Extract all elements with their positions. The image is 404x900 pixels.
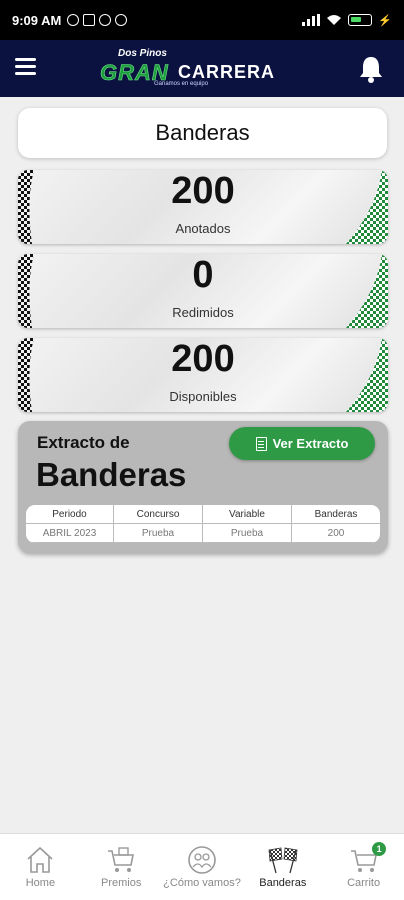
nav-label: Banderas: [259, 877, 307, 889]
nav-item-como-vamos[interactable]: ¿Cómo vamos?: [162, 834, 243, 900]
table-cell: Prueba: [203, 524, 292, 543]
logo-brand: Dos Pinos: [118, 48, 167, 59]
app-logo: Dos Pinos GRAN CARRERA Ganamos en equipo: [100, 48, 276, 90]
stat-card-anotados: 200 Anotados: [18, 170, 388, 244]
gift-cart-icon: [108, 847, 135, 872]
stat-value: 200: [171, 170, 235, 212]
extract-title-line1: Extracto de: [37, 433, 130, 452]
table-header: Concurso: [114, 505, 203, 524]
document-icon: [255, 436, 267, 451]
bell-icon[interactable]: [358, 55, 384, 83]
table-cell: Prueba: [114, 524, 203, 543]
nav-label: Home: [25, 877, 56, 889]
status-time: 9:09 AM: [12, 12, 62, 28]
alarm-icon: [67, 14, 80, 26]
logo-tagline: Ganamos en equipo: [154, 81, 209, 87]
nav-label: Carrito: [347, 877, 381, 889]
nav-label: ¿Cómo vamos?: [163, 877, 241, 889]
stat-card-disponibles: 200 Disponibles: [18, 338, 388, 412]
bottom-navigation: Home Premios ¿Cómo vamos? Banderas 1 Car…: [0, 833, 404, 900]
status-bar: 9:09 AM ⚡: [0, 0, 404, 40]
stat-label: Redimidos: [172, 305, 234, 320]
stat-label: Anotados: [175, 221, 231, 236]
stat-label: Disponibles: [169, 389, 237, 404]
nav-item-home[interactable]: Home: [0, 834, 81, 900]
view-extract-label: Ver Extracto: [272, 436, 349, 451]
cart-count-badge: 1: [372, 842, 387, 856]
wifi-icon: [327, 15, 342, 25]
charging-icon: ⚡: [378, 14, 392, 27]
logo-carrera: CARRERA: [178, 62, 275, 82]
nav-item-carrito[interactable]: 1 Carrito: [323, 834, 404, 900]
nav-label: Premios: [101, 877, 142, 889]
stat-card-redimidos: 0 Redimidos: [18, 254, 388, 328]
extract-card: Extracto de Banderas Ver Extracto Period…: [18, 421, 388, 553]
green-flag-right-icon: [346, 338, 388, 412]
message-icon: [83, 14, 96, 26]
notification-icons: [67, 14, 128, 26]
table-cell: 200: [292, 524, 380, 543]
extract-title-line2: Banderas: [36, 456, 187, 493]
app-f-icon: [99, 14, 112, 26]
view-extract-button[interactable]: Ver Extracto: [229, 427, 375, 460]
page-title: Banderas: [18, 108, 387, 158]
table-header: Periodo: [26, 505, 114, 524]
stat-value: 0: [192, 254, 214, 296]
nav-item-premios[interactable]: Premios: [81, 834, 162, 900]
green-flag-right-icon: [346, 170, 388, 244]
stat-value: 200: [171, 338, 235, 380]
green-flag-right-icon: [346, 254, 388, 328]
signal-icon: [302, 14, 321, 26]
menu-icon[interactable]: [15, 58, 36, 76]
table-cell: ABRIL 2023: [26, 524, 114, 543]
table-header: Banderas: [292, 505, 380, 524]
home-icon: [27, 846, 53, 873]
app-bar: Dos Pinos GRAN CARRERA Ganamos en equipo: [0, 40, 404, 97]
checkered-flags-icon: [268, 847, 298, 874]
extract-table: Periodo Concurso Variable Banderas ABRIL…: [26, 505, 380, 543]
nav-item-banderas[interactable]: Banderas: [242, 834, 323, 900]
table-header: Variable: [203, 505, 292, 524]
people-icon: [188, 846, 216, 874]
app-f2-icon: [115, 14, 128, 26]
battery-icon: [348, 14, 373, 26]
